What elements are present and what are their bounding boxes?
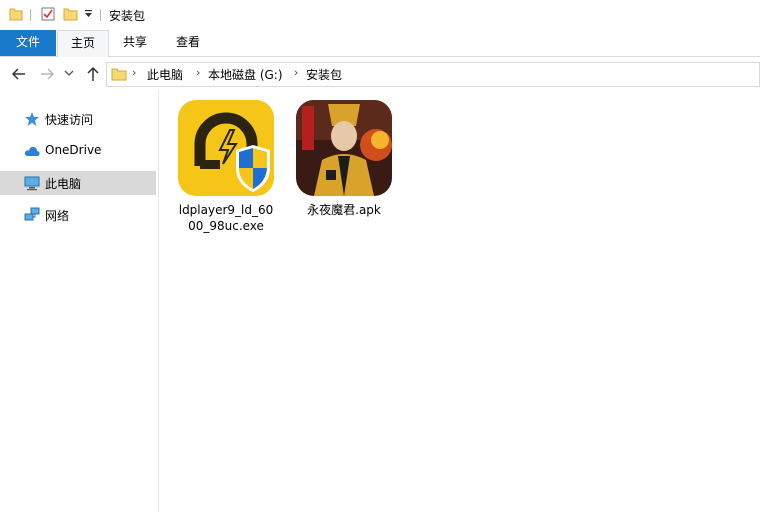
properties-icon[interactable]: [41, 6, 55, 22]
nav-item-this-pc[interactable]: 此电脑: [0, 171, 156, 195]
computer-icon: [24, 176, 40, 191]
game-app-icon: [296, 100, 392, 196]
breadcrumb-current-folder[interactable]: 安装包: [306, 66, 342, 83]
new-folder-icon[interactable]: [63, 6, 79, 22]
file-item-apk[interactable]: 永夜魔君.apk: [294, 100, 394, 218]
divider: [30, 9, 31, 21]
ribbon-tabs: 文件 主页 共享 查看: [0, 30, 760, 57]
recent-locations-chevron-icon[interactable]: [64, 70, 82, 88]
file-list: ldplayer9_ld_6000_98uc.exe 永夜魔君.apk: [159, 90, 760, 512]
back-arrow-icon[interactable]: [10, 65, 28, 83]
title-bar: 安装包: [0, 0, 760, 30]
star-icon: [25, 112, 39, 126]
nav-item-quick-access[interactable]: 快速访问: [0, 107, 156, 131]
tab-view[interactable]: 查看: [164, 30, 212, 56]
network-icon: [24, 207, 40, 221]
nav-item-label: 网络: [45, 209, 70, 223]
navigation-bar: › 此电脑 › 本地磁盘 (G:) › 安装包: [0, 57, 760, 90]
window-title: 安装包: [109, 9, 146, 23]
breadcrumb-local-disk-g[interactable]: 本地磁盘 (G:): [208, 66, 283, 83]
file-name: 永夜魔君.apk: [307, 203, 381, 217]
tab-share[interactable]: 共享: [112, 30, 158, 56]
nav-item-label: 此电脑: [45, 177, 82, 191]
file-item-ldplayer[interactable]: ldplayer9_ld_6000_98uc.exe: [176, 100, 276, 234]
breadcrumb-separator-icon[interactable]: ›: [132, 66, 136, 79]
nav-item-onedrive[interactable]: OneDrive: [0, 139, 156, 163]
breadcrumb-separator-icon[interactable]: ›: [294, 66, 298, 79]
nav-item-network[interactable]: 网络: [0, 203, 156, 227]
nav-item-label: 快速访问: [45, 113, 94, 127]
divider: [100, 9, 101, 21]
forward-arrow-icon[interactable]: [38, 65, 56, 83]
navigation-pane: 快速访问 OneDrive 此电脑 网络: [0, 90, 159, 512]
tab-file[interactable]: 文件: [0, 30, 56, 56]
file-name: ldplayer9_ld_6000_98uc.exe: [178, 203, 274, 233]
up-arrow-icon[interactable]: [84, 65, 102, 83]
tab-home[interactable]: 主页: [57, 30, 109, 57]
folder-icon: [111, 68, 127, 81]
breadcrumb-this-pc[interactable]: 此电脑: [147, 66, 183, 83]
customize-quick-access-icon[interactable]: [84, 9, 94, 19]
folder-icon[interactable]: [9, 6, 23, 22]
ldplayer-app-icon: [178, 100, 274, 196]
cloud-icon: [24, 146, 40, 156]
breadcrumb-separator-icon[interactable]: ›: [196, 66, 200, 79]
nav-item-label: OneDrive: [45, 143, 102, 157]
address-bar[interactable]: › 此电脑 › 本地磁盘 (G:) › 安装包: [106, 62, 760, 87]
